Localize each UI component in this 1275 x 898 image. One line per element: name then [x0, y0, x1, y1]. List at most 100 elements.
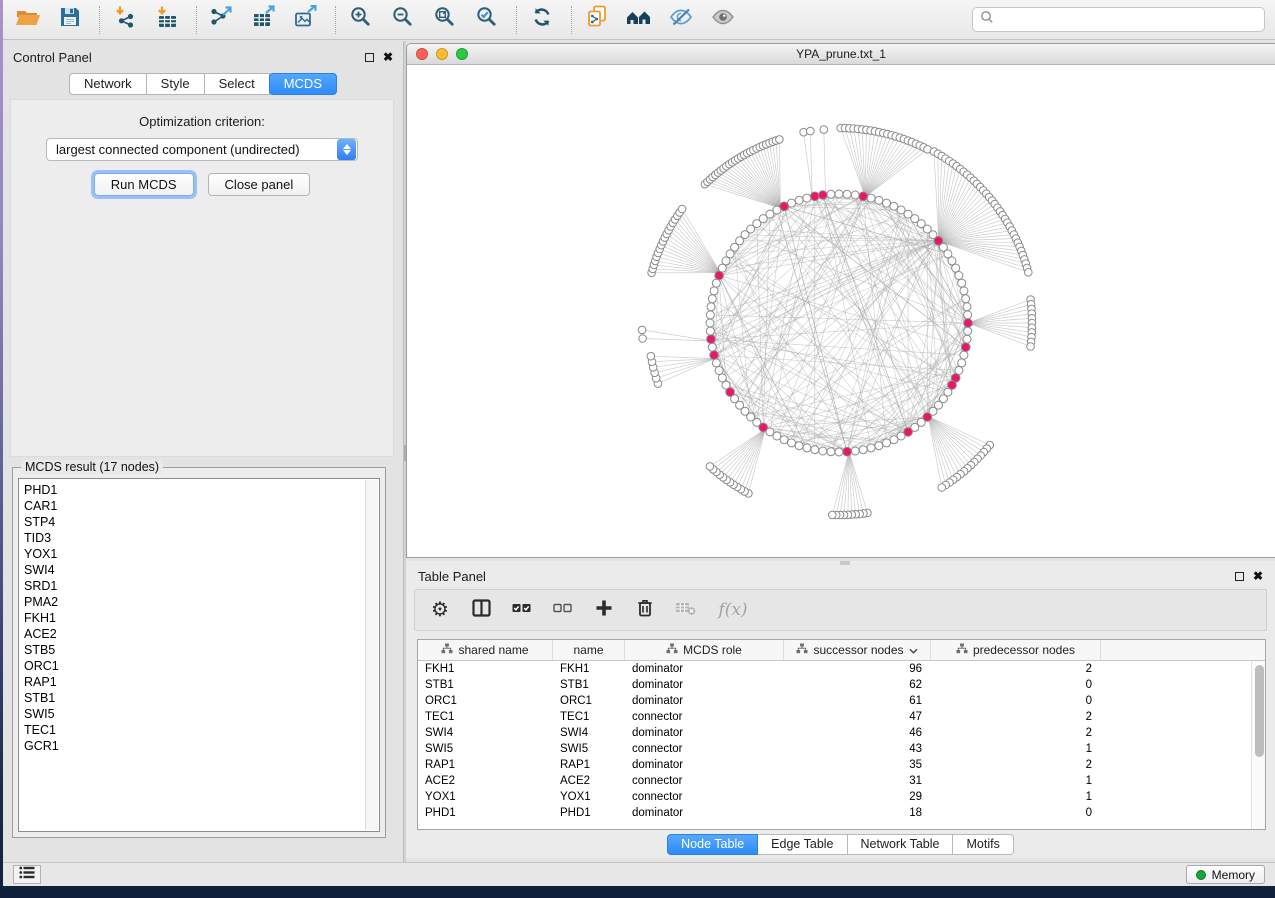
float-table-panel-icon[interactable] [1235, 572, 1244, 581]
float-panel-icon[interactable] [365, 53, 374, 62]
tab-style[interactable]: Style [147, 73, 205, 95]
mcds-result-item[interactable]: RAP1 [24, 674, 379, 690]
tab-mcds[interactable]: MCDS [269, 73, 337, 95]
first-neighbors-button[interactable] [624, 5, 654, 35]
close-table-panel-icon[interactable]: ✖ [1253, 571, 1263, 581]
table-settings-button[interactable]: ⚙ [429, 599, 451, 621]
mcds-result-item[interactable]: STB1 [24, 690, 379, 706]
tab-motifs[interactable]: Motifs [953, 834, 1013, 855]
node-table: shared namenameMCDS role successor nodes p… [417, 639, 1266, 830]
column-header-mcds-role[interactable]: MCDS role [625, 640, 784, 660]
table-row[interactable]: STB1STB1dominator620 [418, 677, 1251, 693]
cell-mcds-role: connector [625, 741, 784, 757]
table-row[interactable]: ACE2ACE2connector311 [418, 773, 1251, 789]
mcds-result-item[interactable]: FKH1 [24, 610, 379, 626]
table-scrollbar-thumb[interactable] [1255, 665, 1264, 757]
zoom-in-button[interactable] [346, 5, 376, 35]
network-canvas-svg [407, 65, 1275, 557]
memory-status-icon [1196, 870, 1206, 880]
zoom-fit-button[interactable] [430, 5, 460, 35]
show-all-button[interactable] [708, 5, 738, 35]
tab-node-table[interactable]: Node Table [667, 834, 758, 855]
tab-edge-table[interactable]: Edge Table [758, 834, 847, 855]
export-network-button[interactable] [207, 5, 237, 35]
deselect-all-button[interactable] [552, 599, 574, 621]
cell-name: ORC1 [553, 693, 625, 709]
mcds-result-item[interactable]: TEC1 [24, 722, 379, 738]
mcds-result-item[interactable]: YOX1 [24, 546, 379, 562]
cell-predecessor-nodes: 2 [931, 757, 1101, 773]
mcds-result-item[interactable]: STB5 [24, 642, 379, 658]
select-all-button[interactable] [511, 599, 533, 621]
result-scrollbar[interactable] [365, 480, 378, 830]
toolbar-separator [196, 6, 197, 34]
table-row[interactable]: YOX1YOX1connector291 [418, 789, 1251, 805]
zoom-fit-icon [433, 5, 457, 34]
table-row[interactable]: TEC1TEC1connector472 [418, 709, 1251, 725]
network-canvas[interactable] [407, 65, 1275, 557]
column-header-name[interactable]: name [553, 640, 625, 660]
cell-mcds-role: connector [625, 789, 784, 805]
cell-shared-name: SWI4 [418, 725, 553, 741]
import-network-button[interactable] [110, 5, 140, 35]
import-table-button[interactable] [152, 5, 182, 35]
mcds-result-item[interactable]: CAR1 [24, 498, 379, 514]
mcds-result-item[interactable]: SWI4 [24, 562, 379, 578]
search-box [972, 7, 1265, 32]
cell-predecessor-nodes: 0 [931, 805, 1101, 821]
mcds-result-item[interactable]: GCR1 [24, 738, 379, 754]
new-network-from-selection-button[interactable] [582, 5, 612, 35]
add-column-button[interactable] [593, 599, 615, 621]
table-row[interactable]: FKH1FKH1dominator962 [418, 661, 1251, 677]
export-table-button[interactable] [249, 5, 279, 35]
tab-network-table[interactable]: Network Table [848, 834, 954, 855]
table-row[interactable]: ORC1ORC1dominator610 [418, 693, 1251, 709]
show-panel-list-button[interactable] [13, 865, 41, 884]
column-header-predecessor-nodes[interactable]: predecessor nodes [931, 640, 1101, 660]
cell-name: TEC1 [553, 709, 625, 725]
close-panel-button[interactable]: Close panel [208, 173, 311, 196]
export-image-button[interactable] [291, 5, 321, 35]
mcds-result-item[interactable]: ACE2 [24, 626, 379, 642]
table-row[interactable]: SWI4SWI4dominator462 [418, 725, 1251, 741]
save-session-button[interactable] [55, 5, 85, 35]
criterion-select[interactable]: largest connected component (undirected) [46, 138, 358, 161]
delete-table-button-disabled [675, 599, 697, 621]
mcds-result-item[interactable]: PMA2 [24, 594, 379, 610]
fx-icon: f(x) [718, 600, 747, 620]
tab-network[interactable]: Network [69, 73, 147, 95]
mcds-result-item[interactable]: ORC1 [24, 658, 379, 674]
column-header-shared-name[interactable]: shared name [418, 640, 553, 660]
column-header-successor-nodes[interactable]: successor nodes [784, 640, 931, 660]
tab-select[interactable]: Select [205, 73, 270, 95]
column-label: successor nodes [813, 643, 903, 657]
open-file-button[interactable] [13, 5, 43, 35]
run-mcds-button[interactable]: Run MCDS [94, 173, 194, 196]
search-input[interactable] [999, 10, 1264, 30]
show-columns-button[interactable] [470, 599, 492, 621]
zoom-selected-button[interactable] [472, 5, 502, 35]
mcds-result-item[interactable]: SRD1 [24, 578, 379, 594]
delete-column-button[interactable] [634, 599, 656, 621]
refresh-view-button[interactable] [527, 5, 557, 35]
mcds-result-item[interactable]: SWI5 [24, 706, 379, 722]
open-folder-icon [15, 5, 41, 34]
zoom-out-button[interactable] [388, 5, 418, 35]
table-row[interactable]: PHD1PHD1dominator180 [418, 805, 1251, 821]
memory-button[interactable]: Memory [1186, 865, 1265, 884]
cell-mcds-role: dominator [625, 757, 784, 773]
mcds-result-item[interactable]: PHD1 [24, 482, 379, 498]
table-row[interactable]: RAP1RAP1dominator352 [418, 757, 1251, 773]
cell-mcds-role: dominator [625, 693, 784, 709]
table-row[interactable]: SWI5SWI5connector431 [418, 741, 1251, 757]
close-panel-icon[interactable]: ✖ [383, 52, 393, 62]
clone-network-icon [585, 5, 609, 34]
network-window-titlebar[interactable]: YPA_prune.txt_1 [407, 44, 1275, 65]
mcds-result-item[interactable]: STP4 [24, 514, 379, 530]
column-label: predecessor nodes [973, 643, 1075, 657]
hide-selected-button[interactable] [666, 5, 696, 35]
cell-predecessor-nodes: 0 [931, 693, 1101, 709]
mcds-result-item[interactable]: TID3 [24, 530, 379, 546]
table-scrollbar[interactable] [1251, 661, 1265, 829]
sort-descending-icon[interactable] [909, 643, 918, 657]
